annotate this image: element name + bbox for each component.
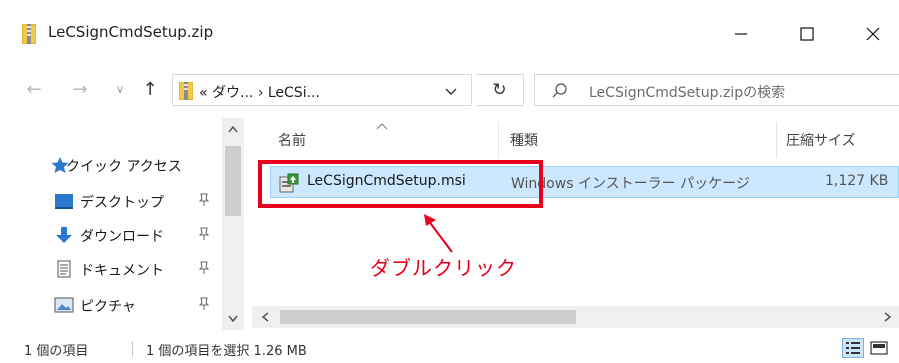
nav-label-documents: ドキュメント xyxy=(80,263,164,279)
picture-icon xyxy=(54,297,74,313)
scroll-down-button[interactable] xyxy=(222,308,244,330)
close-icon xyxy=(866,27,880,41)
scroll-thumb[interactable] xyxy=(225,146,241,216)
nav-item-pictures[interactable]: ピクチャ xyxy=(0,290,220,320)
scroll-right-button[interactable] xyxy=(877,306,899,328)
nav-item-documents[interactable]: ドキュメント xyxy=(0,254,220,284)
pin-icon[interactable] xyxy=(198,193,210,207)
zip-folder-icon xyxy=(179,82,193,100)
large-icons-view-icon xyxy=(870,341,888,355)
annotation-arrow-icon xyxy=(424,214,453,253)
details-view-button[interactable] xyxy=(842,338,864,358)
desktop-icon xyxy=(55,194,73,209)
minimize-button[interactable] xyxy=(718,14,764,54)
forward-button[interactable]: → xyxy=(68,77,92,101)
maximize-button[interactable] xyxy=(784,14,830,54)
address-bar[interactable]: « ダウ... › LeCSi... xyxy=(172,74,472,106)
up-button[interactable]: ↑ xyxy=(138,77,162,101)
chevron-left-icon xyxy=(261,312,269,322)
address-path: « ダウ... › LeCSi... xyxy=(199,85,320,101)
status-divider xyxy=(132,341,133,356)
scroll-up-button[interactable] xyxy=(222,118,244,140)
search-box[interactable]: LeCSignCmdSetup.zipの検索 xyxy=(534,74,899,106)
status-bar: 1 個の項目 1 個の項目を選択 1.26 MB xyxy=(0,332,899,363)
file-list: 名前 種類 圧縮サイズ LeCSignCmdSetup.msi Windows … xyxy=(252,118,899,330)
pin-icon[interactable] xyxy=(198,261,210,275)
status-item-count: 1 個の項目 xyxy=(24,344,89,359)
search-placeholder: LeCSignCmdSetup.zipの検索 xyxy=(589,85,786,101)
nav-item-downloads[interactable]: ダウンロード xyxy=(0,220,220,250)
chevron-down-icon: ∨ xyxy=(115,82,125,96)
scroll-left-button[interactable] xyxy=(254,306,276,328)
address-row: ← → ∨ ↑ « ダウ... › LeCSi... ↻ LeCSignCmdS… xyxy=(0,66,899,114)
nav-label-downloads: ダウンロード xyxy=(80,229,164,245)
refresh-button[interactable]: ↻ xyxy=(476,74,524,106)
nav-item-desktop[interactable]: デスクトップ xyxy=(0,186,220,216)
chevron-up-icon xyxy=(228,125,238,133)
highlight-box xyxy=(258,160,543,208)
window-title: LeCSignCmdSetup.zip xyxy=(48,23,214,41)
recent-locations-button[interactable]: ∨ xyxy=(108,77,132,101)
minimize-icon xyxy=(735,33,747,35)
chevron-down-icon xyxy=(228,315,238,323)
navigation-pane: クイック アクセス デスクトップ ダウンロード ドキュメント ピクチャ xyxy=(0,118,252,330)
nav-label-desktop: デスクトップ xyxy=(80,195,164,211)
column-divider[interactable] xyxy=(776,122,777,158)
refresh-icon: ↻ xyxy=(492,80,507,100)
file-size: 1,127 KB xyxy=(825,173,889,189)
back-button[interactable]: ← xyxy=(22,77,46,101)
scroll-thumb[interactable] xyxy=(280,310,576,324)
zip-folder-icon xyxy=(22,24,36,44)
nav-item-quick-access[interactable]: クイック アクセス xyxy=(0,150,220,180)
column-divider[interactable] xyxy=(498,122,499,158)
back-arrow-icon: ← xyxy=(26,78,42,100)
title-bar: LeCSignCmdSetup.zip xyxy=(0,0,899,66)
download-icon xyxy=(56,227,72,243)
nav-label-pictures: ピクチャ xyxy=(80,299,136,315)
up-arrow-icon: ↑ xyxy=(142,78,158,100)
status-selection: 1 個の項目を選択 1.26 MB xyxy=(146,344,307,359)
sort-ascending-icon xyxy=(376,123,388,130)
search-icon xyxy=(552,83,567,98)
maximize-icon xyxy=(800,27,814,41)
file-list-horizontal-scrollbar[interactable] xyxy=(252,306,899,328)
large-icons-view-button[interactable] xyxy=(868,338,890,358)
chevron-right-icon xyxy=(884,312,892,322)
details-view-icon xyxy=(846,342,860,354)
address-dropdown-icon[interactable] xyxy=(441,81,461,101)
file-type: Windows インストーラー パッケージ xyxy=(511,176,750,192)
nav-pane-scrollbar[interactable] xyxy=(222,118,244,330)
annotation-label: ダブルクリック xyxy=(370,256,517,280)
document-icon xyxy=(57,260,71,278)
close-button[interactable] xyxy=(850,14,896,54)
pin-icon[interactable] xyxy=(198,297,210,311)
pin-icon[interactable] xyxy=(198,227,210,241)
nav-label-quick-access: クイック アクセス xyxy=(66,159,182,175)
forward-arrow-icon: → xyxy=(72,78,88,100)
